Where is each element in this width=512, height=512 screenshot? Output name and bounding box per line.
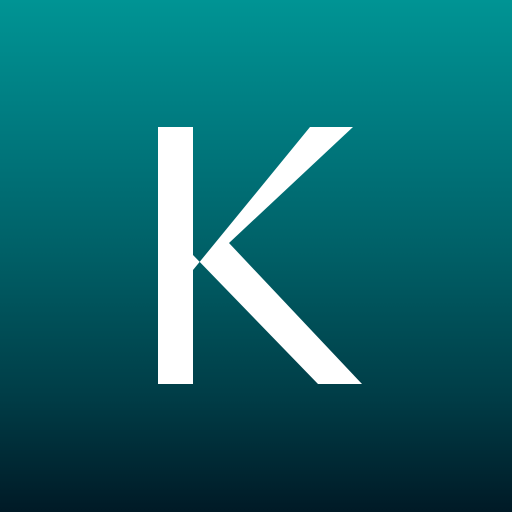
app-icon: K: [0, 0, 512, 512]
letter-k-shape: [158, 127, 362, 384]
letter-k-glyph: [158, 127, 362, 384]
